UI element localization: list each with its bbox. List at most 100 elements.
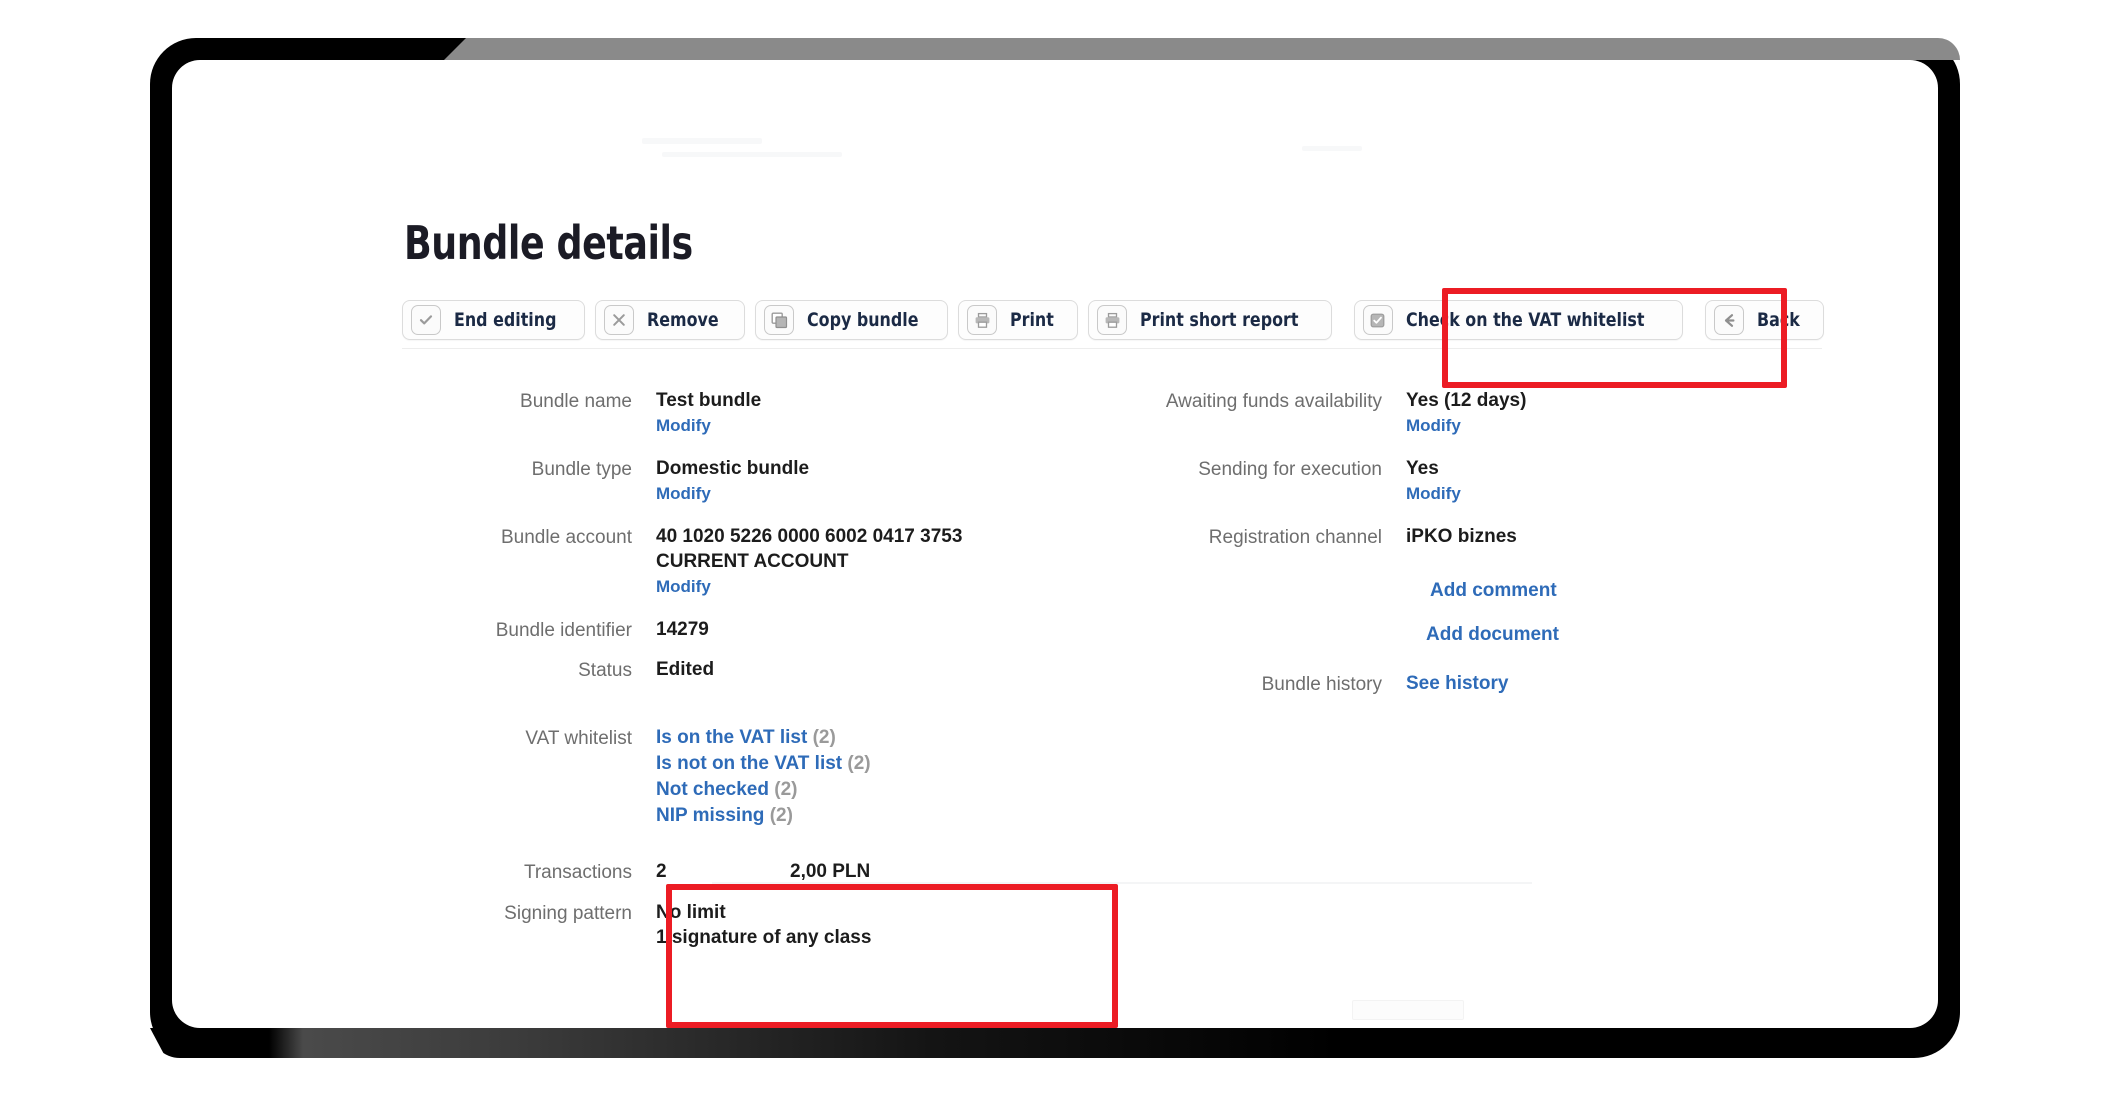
vat-whitelist-field: VAT whitelist Is on the VAT list (2) Is …: [402, 725, 1122, 829]
field-label: Signing pattern: [504, 903, 632, 924]
vat-status-row: NIP missing (2): [656, 803, 871, 829]
vat-status-row: Not checked (2): [656, 777, 871, 803]
screen: Bundle details End editing Remove Copy b…: [172, 60, 1938, 1028]
page-title: Bundle details: [404, 216, 693, 270]
field-value: 2 2,00 PLN: [656, 859, 870, 884]
field-bundle-identifier: Bundle identifier 14279: [402, 617, 1122, 643]
field-label: Registration channel: [1208, 527, 1382, 548]
check-icon: [411, 305, 441, 335]
transactions-amount: 2,00 PLN: [790, 861, 871, 882]
modify-awaiting-funds-link[interactable]: Modify: [1406, 414, 1526, 438]
field-sending-for-execution: Sending for execution Yes Modify: [1122, 456, 1842, 506]
bundle-type-value: Domestic bundle: [656, 458, 810, 479]
field-label: VAT whitelist: [525, 728, 632, 749]
field-label: Bundle history: [1261, 674, 1382, 695]
copy-bundle-button[interactable]: Copy bundle: [755, 300, 949, 340]
field-value: Yes (12 days) Modify: [1406, 388, 1526, 438]
signing-pattern-limit: No limit: [656, 902, 726, 923]
modify-bundle-account-link[interactable]: Modify: [656, 575, 962, 599]
field-label: Bundle name: [520, 391, 632, 412]
bezel-accent-bottom: [150, 1028, 1850, 1058]
see-history-link[interactable]: See history: [1406, 673, 1508, 694]
vat-is-not-on-list-link[interactable]: Is not on the VAT list: [656, 753, 842, 774]
field-registration-channel: Registration channel iPKO biznes: [1122, 524, 1842, 550]
vat-not-checked-count: (2): [774, 779, 798, 800]
check-on-the-vat-whitelist-button[interactable]: Check on the VAT whitelist: [1353, 300, 1684, 340]
end-editing-label: End editing: [454, 309, 557, 331]
vat-is-on-list-link[interactable]: Is on the VAT list: [656, 727, 807, 748]
field-awaiting-funds-availability: Awaiting funds availability Yes (12 days…: [1122, 388, 1842, 438]
vat-nip-missing-link[interactable]: NIP missing: [656, 805, 764, 826]
field-value: No limit 1 signature of any class: [656, 900, 871, 950]
copy-bundle-label: Copy bundle: [807, 309, 919, 331]
field-bundle-type: Bundle type Domestic bundle Modify: [402, 456, 1122, 506]
add-comment-row: Add comment: [1122, 578, 1842, 603]
modify-bundle-name-link[interactable]: Modify: [656, 414, 761, 438]
printer-icon: [967, 305, 998, 335]
arrow-left-icon: [1714, 305, 1745, 335]
field-bundle-name: Bundle name Test bundle Modify: [402, 388, 1122, 438]
print-label: Print: [1010, 309, 1054, 331]
field-value: Yes Modify: [1406, 456, 1461, 506]
copy-icon: [764, 305, 795, 335]
vat-is-not-on-list-count: (2): [847, 753, 871, 774]
print-short-report-button[interactable]: Print short report: [1088, 300, 1332, 340]
back-label: Back: [1757, 309, 1800, 331]
bundle-account-number: 40 1020 5226 0000 6002 0417 3753: [656, 526, 963, 547]
field-label: Status: [578, 660, 632, 681]
print-short-report-label: Print short report: [1140, 309, 1299, 331]
vat-nip-missing-count: (2): [769, 805, 793, 826]
ghost-artifact: [662, 152, 842, 157]
vat-not-checked-link[interactable]: Not checked: [656, 779, 769, 800]
add-document-link[interactable]: Add document: [1426, 622, 1559, 647]
field-label: Bundle account: [501, 527, 632, 548]
field-label: Bundle identifier: [495, 620, 632, 641]
field-value: 40 1020 5226 0000 6002 0417 3753 CURRENT…: [656, 524, 962, 599]
toolbar: End editing Remove Copy bundle Print Pri…: [402, 288, 1862, 388]
details-grid: Bundle name Test bundle Modify Bundle ty…: [402, 388, 1862, 1028]
details-right-column: Awaiting funds availability Yes (12 days…: [1122, 388, 1842, 968]
status-value: Edited: [656, 659, 715, 680]
close-x-icon: [604, 305, 635, 335]
bundle-account-type: CURRENT ACCOUNT: [656, 551, 849, 572]
bundle-name-value: Test bundle: [656, 390, 762, 411]
toolbar-divider: [402, 348, 1822, 349]
ghost-artifact: [642, 138, 762, 144]
field-bundle-account: Bundle account 40 1020 5226 0000 6002 04…: [402, 524, 1122, 599]
add-comment-link[interactable]: Add comment: [1430, 578, 1557, 603]
field-label: Transactions: [523, 862, 632, 883]
vat-is-on-list-count: (2): [812, 727, 836, 748]
vat-status-row: Is on the VAT list (2): [656, 725, 871, 751]
modify-bundle-type-link[interactable]: Modify: [656, 482, 809, 506]
remove-label: Remove: [647, 309, 719, 331]
check-on-the-vat-whitelist-label: Check on the VAT whitelist: [1405, 309, 1645, 331]
modify-sending-for-execution-link[interactable]: Modify: [1406, 482, 1461, 506]
print-button[interactable]: Print: [958, 300, 1079, 340]
field-label: Bundle type: [531, 459, 632, 480]
field-status: Status Edited: [402, 657, 1122, 683]
printer-icon: [1097, 305, 1128, 335]
registration-channel-value: iPKO biznes: [1406, 526, 1517, 547]
field-bundle-history: Bundle history See history: [1122, 671, 1842, 697]
page-content: Bundle details End editing Remove Copy b…: [402, 216, 1862, 1028]
field-signing-pattern: Signing pattern No limit 1 signature of …: [402, 900, 1122, 950]
field-value: Test bundle Modify: [656, 388, 761, 438]
field-label: Sending for execution: [1198, 459, 1382, 480]
bezel-accent-top: [444, 38, 1960, 60]
signing-pattern-signatures: 1 signature of any class: [656, 927, 872, 948]
details-left-column: Bundle name Test bundle Modify Bundle ty…: [402, 388, 1122, 1028]
sending-for-execution-value: Yes: [1406, 458, 1439, 479]
back-button[interactable]: Back: [1705, 300, 1825, 340]
field-value: Domestic bundle Modify: [656, 456, 809, 506]
checkbox-checked-icon: [1362, 305, 1393, 335]
ghost-artifact: [1302, 146, 1362, 151]
end-editing-button[interactable]: End editing: [402, 300, 586, 340]
ghost-artifact: [1352, 1000, 1464, 1020]
add-document-row: Add document: [1122, 622, 1842, 647]
awaiting-funds-value: Yes (12 days): [1406, 390, 1527, 411]
bundle-identifier-value: 14279: [656, 619, 709, 640]
remove-button[interactable]: Remove: [595, 300, 746, 340]
field-label: Awaiting funds availability: [1165, 391, 1382, 412]
